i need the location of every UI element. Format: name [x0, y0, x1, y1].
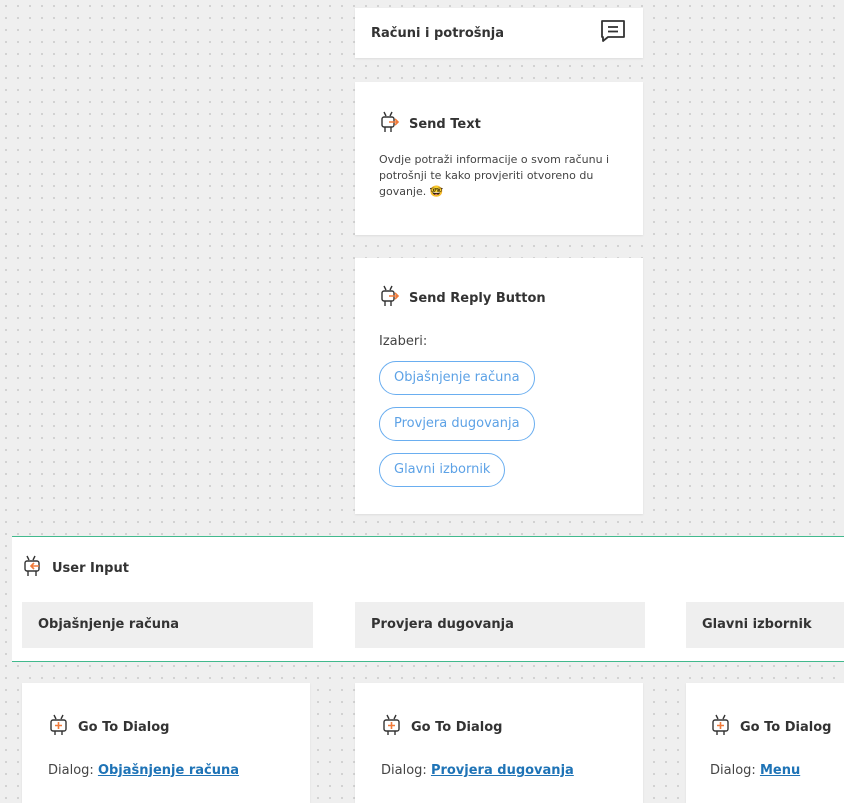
section-title: Računi i potrošnja — [371, 25, 504, 41]
goto-title: Go To Dialog — [411, 719, 503, 735]
comment-icon[interactable] — [599, 18, 627, 48]
dialog-label: Dialog: — [381, 763, 427, 778]
goto-title: Go To Dialog — [78, 719, 170, 735]
goto-dialog-card-2[interactable]: Go To Dialog Dialog: Provjera dugovanja — [355, 683, 643, 803]
send-text-body: Ovdje potraži informacije o svom računu … — [379, 152, 619, 200]
nerd-emoji: 🤓 — [429, 185, 444, 198]
robot-goto-icon — [381, 713, 403, 741]
goto-dialog-row: Dialog: Menu — [710, 763, 844, 778]
message-text: Ovdje potraži informacije o svom računu … — [379, 153, 610, 198]
robot-goto-icon — [48, 713, 70, 741]
robot-send-icon — [379, 110, 401, 138]
goto-dialog-card-1[interactable]: Go To Dialog Dialog: Objašnjenje računa — [22, 683, 310, 803]
reply-button-objasnjenje[interactable]: Objašnjenje računa — [379, 361, 535, 395]
reply-prompt: Izaberi: — [379, 334, 428, 349]
dialog-link[interactable]: Objašnjenje računa — [98, 763, 239, 778]
user-input-title: User Input — [52, 560, 129, 576]
goto-title: Go To Dialog — [740, 719, 832, 735]
dialog-link[interactable]: Menu — [760, 763, 800, 778]
user-input-header: User Input — [22, 554, 129, 582]
input-column-glavni[interactable]: Glavni izbornik — [686, 602, 844, 648]
robot-input-icon — [22, 554, 44, 582]
robot-send-icon — [379, 284, 401, 312]
goto-dialog-card-3[interactable]: Go To Dialog Dialog: Menu — [686, 683, 844, 803]
reply-button-glavni[interactable]: Glavni izbornik — [379, 453, 506, 487]
dialog-label: Dialog: — [48, 763, 94, 778]
input-column-objasnjenje[interactable]: Objašnjenje računa — [22, 602, 313, 648]
send-text-title: Send Text — [409, 116, 481, 132]
send-reply-title: Send Reply Button — [409, 290, 546, 306]
goto-dialog-row: Dialog: Provjera dugovanja — [381, 763, 617, 778]
robot-goto-icon — [710, 713, 732, 741]
input-column-provjera[interactable]: Provjera dugovanja — [355, 602, 645, 648]
dialog-link[interactable]: Provjera dugovanja — [431, 763, 574, 778]
send-text-card[interactable]: Send Text Ovdje potraži informacije o sv… — [355, 82, 643, 235]
reply-button-provjera[interactable]: Provjera dugovanja — [379, 407, 535, 441]
dialog-label: Dialog: — [710, 763, 756, 778]
section-card-racuni[interactable]: Računi i potrošnja — [355, 8, 643, 58]
send-reply-card[interactable]: Send Reply Button Izaberi: Objašnjenje r… — [355, 258, 643, 514]
goto-dialog-row: Dialog: Objašnjenje računa — [48, 763, 284, 778]
